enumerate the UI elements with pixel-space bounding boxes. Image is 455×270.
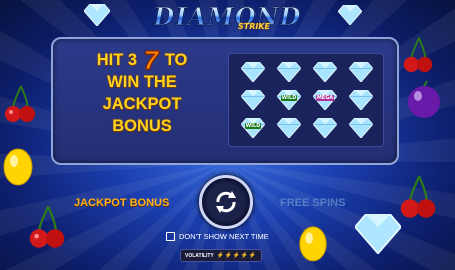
wild-diamond-symbol: WILD [235, 114, 271, 142]
diamond-symbol [271, 114, 307, 142]
dont-show-row: DON'T SHOW NEXT TIME [166, 232, 269, 241]
cherry-icon [400, 175, 436, 218]
logo-title: DIAMOND [153, 2, 302, 32]
panel-line2: WIN THE [107, 73, 177, 91]
continue-button[interactable] [199, 175, 253, 229]
diamond-symbol [307, 58, 343, 86]
volatility-label: VOLATILITY [185, 252, 214, 259]
diamond-symbol [235, 86, 271, 114]
volatility-value: ⚡⚡⚡⚡⚡ [216, 253, 257, 259]
diamond-icon [349, 118, 373, 138]
logo-subtitle: STRIKE [238, 22, 271, 31]
diamond-decoration-icon [355, 214, 401, 254]
cherry-icon [403, 37, 433, 73]
wild-tag: WILD [244, 123, 262, 129]
seven-symbol: 7 [143, 45, 159, 75]
lemon-icon [3, 148, 33, 186]
diamond-symbol [235, 58, 271, 86]
mega-diamond-symbol: MEGA [307, 86, 343, 114]
game-logo: DIAMOND STRIKE [0, 2, 455, 32]
lemon-icon [299, 226, 327, 262]
diamond-icon [277, 118, 301, 138]
panel-line1-before: HIT 3 [96, 51, 138, 69]
free-spins-label: FREE SPINS [280, 197, 346, 209]
jackpot-bonus-label: JACKPOT BONUS [74, 197, 170, 209]
symbol-grid: WILD MEGA WILD [228, 53, 384, 147]
panel-line4: BONUS [112, 117, 172, 135]
diamond-symbol [271, 58, 307, 86]
panel-line3: JACKPOT [102, 95, 182, 113]
diamond-icon [241, 90, 265, 110]
diamond-icon [313, 62, 337, 82]
diamond-icon [349, 90, 373, 110]
diamond-symbol [343, 58, 379, 86]
plum-icon [408, 80, 440, 118]
diamond-icon [313, 118, 337, 138]
dont-show-label: DON'T SHOW NEXT TIME [179, 232, 269, 241]
volatility-indicator: VOLATILITY ⚡⚡⚡⚡⚡ [180, 249, 262, 262]
diamond-icon [277, 62, 301, 82]
diamond-icon [241, 62, 265, 82]
dont-show-checkbox[interactable] [166, 232, 175, 241]
diamond-symbol [343, 114, 379, 142]
jackpot-description: HIT 3 7 TO WIN THE JACKPOT BONUS [67, 45, 217, 137]
panel-line1-after: TO [164, 51, 188, 69]
wild-diamond-symbol: WILD [271, 86, 307, 114]
info-panel: HIT 3 7 TO WIN THE JACKPOT BONUS WILD MEG… [51, 37, 399, 165]
wild-tag: MEGA [315, 95, 335, 101]
diamond-symbol [343, 86, 379, 114]
cherry-icon [29, 205, 65, 248]
refresh-icon [216, 191, 236, 213]
cherry-icon [5, 85, 35, 122]
wild-tag: WILD [280, 95, 298, 101]
diamond-symbol [307, 114, 343, 142]
diamond-icon [349, 62, 373, 82]
